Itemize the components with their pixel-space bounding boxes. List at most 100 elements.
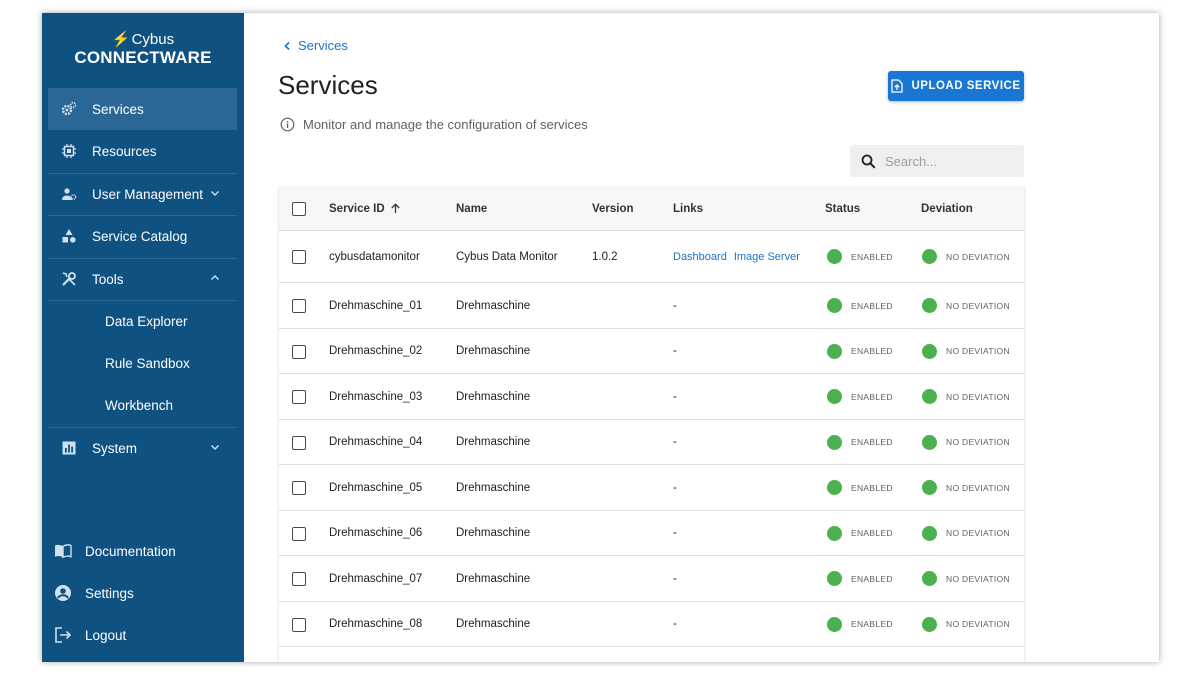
sidebar-item-documentation[interactable]: Documentation xyxy=(54,536,176,566)
sidebar-item-data-explorer[interactable]: Data Explorer xyxy=(48,300,237,342)
cell-deviation: NO DEVIATION xyxy=(922,283,1010,328)
row-checkbox[interactable] xyxy=(292,390,306,404)
status-dot-icon xyxy=(827,525,842,541)
deviation-dot-icon xyxy=(922,298,937,313)
row-checkbox[interactable] xyxy=(292,527,306,541)
deviation-dot-icon xyxy=(922,249,937,264)
deviation-dot-icon xyxy=(922,434,937,450)
sidebar-item-label: Service Catalog xyxy=(92,228,188,244)
page-title: Services xyxy=(278,70,378,100)
select-all-checkbox[interactable] xyxy=(292,202,306,216)
status-badge: ENABLED xyxy=(851,346,893,356)
deviation-dot-icon xyxy=(922,616,937,632)
sidebar-item-workbench[interactable]: Workbench xyxy=(48,384,237,426)
search-icon xyxy=(861,154,876,169)
status-badge: ENABLED xyxy=(851,437,893,447)
table-row[interactable]: Drehmaschine_01 Drehmaschine - ENABLED NO DE… xyxy=(279,283,1024,329)
table-row[interactable]: Drehmaschine_04 Drehmaschine - ENABLED NO DE… xyxy=(279,420,1024,465)
logo[interactable]: ⚡Cybus CONNECTWARE xyxy=(42,31,244,67)
deviation-dot-icon xyxy=(922,480,937,495)
sidebar-item-user-management[interactable]: User Management xyxy=(48,173,237,215)
cell-deviation: NO DEVIATION xyxy=(922,556,1010,601)
header-name[interactable]: Name xyxy=(456,186,487,231)
table-row[interactable]: Drehmaschine_08 Drehmaschine - ENABLED NO DE… xyxy=(279,602,1024,647)
table-row[interactable]: Drehmaschine_03 Drehmaschine - ENABLED NO DE… xyxy=(279,374,1024,420)
deviation-badge: NO DEVIATION xyxy=(946,251,1010,262)
row-checkbox[interactable] xyxy=(292,572,306,586)
cell-links: Dashboard Image Server xyxy=(673,231,807,282)
status-badge: ENABLED xyxy=(851,619,893,629)
cell-links: - xyxy=(673,556,677,601)
deviation-dot-icon xyxy=(922,571,937,586)
sidebar-item-label: User Management xyxy=(92,186,204,202)
info-icon xyxy=(280,117,295,132)
search-box[interactable] xyxy=(850,145,1024,177)
chevron-up-icon[interactable] xyxy=(209,272,221,284)
row-checkbox[interactable] xyxy=(292,345,306,359)
header-deviation[interactable]: Deviation xyxy=(921,186,973,231)
row-checkbox[interactable] xyxy=(292,436,306,450)
sidebar-item-settings[interactable]: Settings xyxy=(54,578,134,608)
cell-name: Drehmaschine xyxy=(456,345,531,357)
table-row[interactable]: Drehmaschine_05 Drehmaschine - ENABLED NO DE… xyxy=(279,465,1024,511)
sidebar-item-services[interactable]: Services xyxy=(48,88,237,130)
cell-name: Cybus Data Monitor xyxy=(456,250,558,263)
cell-name: Drehmaschine xyxy=(456,481,531,494)
cell-name: Drehmaschine xyxy=(456,390,531,403)
header-status[interactable]: Status xyxy=(825,186,860,231)
cell-service-id: Drehmaschine_04 xyxy=(329,436,423,448)
status-dot-icon xyxy=(827,249,842,264)
header-version[interactable]: Version xyxy=(592,186,634,231)
header-service-id[interactable]: Service ID xyxy=(329,186,401,231)
cell-links: - xyxy=(673,329,677,373)
cell-name: Drehmaschine xyxy=(456,299,531,312)
description-text: Monitor and manage the configuration of … xyxy=(303,117,588,132)
sidebar-item-resources[interactable]: Resources xyxy=(48,130,237,172)
header-links[interactable]: Links xyxy=(673,186,703,231)
sidebar-item-system[interactable]: System xyxy=(48,427,237,469)
sort-arrow-up-icon[interactable] xyxy=(390,203,401,214)
sidebar-item-service-catalog[interactable]: Service Catalog xyxy=(48,215,237,257)
sidebar-item-label: System xyxy=(92,440,138,456)
sidebar-item-label: Resources xyxy=(92,143,157,159)
cell-status: ENABLED xyxy=(827,511,893,555)
status-dot-icon xyxy=(827,389,842,404)
table-row[interactable]: cybusdatamonitor Cybus Data Monitor 1.0.2 D… xyxy=(279,231,1024,283)
status-dot-icon xyxy=(827,480,842,495)
service-link[interactable]: Dashboard xyxy=(673,251,727,263)
cell-service-id: Drehmaschine_03 xyxy=(329,390,423,403)
upload-service-button[interactable]: UPLOAD SERVICE xyxy=(888,71,1024,101)
row-checkbox[interactable] xyxy=(292,618,306,632)
bar-chart-icon xyxy=(61,440,77,456)
breadcrumb-link[interactable]: Services xyxy=(298,38,348,53)
table-row[interactable]: Drehmaschine_07 Drehmaschine - ENABLED NO DE… xyxy=(279,556,1024,602)
sidebar: ⚡Cybus CONNECTWARE Services Resources Us… xyxy=(42,13,244,662)
sidebar-item-rule-sandbox[interactable]: Rule Sandbox xyxy=(48,342,237,384)
chevron-down-icon[interactable] xyxy=(209,441,221,453)
sidebar-item-tools[interactable]: Tools xyxy=(48,258,237,300)
sidebar-item-logout[interactable]: Logout xyxy=(54,620,126,650)
row-checkbox[interactable] xyxy=(292,299,306,313)
cell-deviation: NO DEVIATION xyxy=(922,329,1010,373)
breadcrumb[interactable]: Services xyxy=(282,38,348,53)
status-badge: ENABLED xyxy=(851,391,893,402)
sidebar-item-label: Settings xyxy=(85,585,134,601)
cell-links: - xyxy=(673,374,677,419)
deviation-dot-icon xyxy=(922,525,937,541)
account-circle-icon xyxy=(54,584,72,602)
services-table: Service ID Name Version Links Status Dev… xyxy=(279,186,1024,662)
links-empty: - xyxy=(673,299,677,312)
cell-name: Drehmaschine xyxy=(456,436,531,448)
links-empty: - xyxy=(673,618,677,630)
table-row[interactable]: Drehmaschine_02 Drehmaschine - ENABLED NO DE… xyxy=(279,329,1024,374)
row-checkbox[interactable] xyxy=(292,481,306,495)
deviation-dot-icon xyxy=(922,343,937,359)
service-link[interactable]: Image Server xyxy=(734,251,800,263)
cell-status: ENABLED xyxy=(827,231,893,282)
cell-links: - xyxy=(673,511,677,555)
chevron-down-icon[interactable] xyxy=(209,187,221,199)
row-checkbox[interactable] xyxy=(292,250,306,264)
search-input[interactable] xyxy=(885,153,1005,169)
table-row[interactable]: Drehmaschine_06 Drehmaschine - ENABLED NO DE… xyxy=(279,511,1024,556)
sidebar-item-label: Documentation xyxy=(85,543,176,559)
